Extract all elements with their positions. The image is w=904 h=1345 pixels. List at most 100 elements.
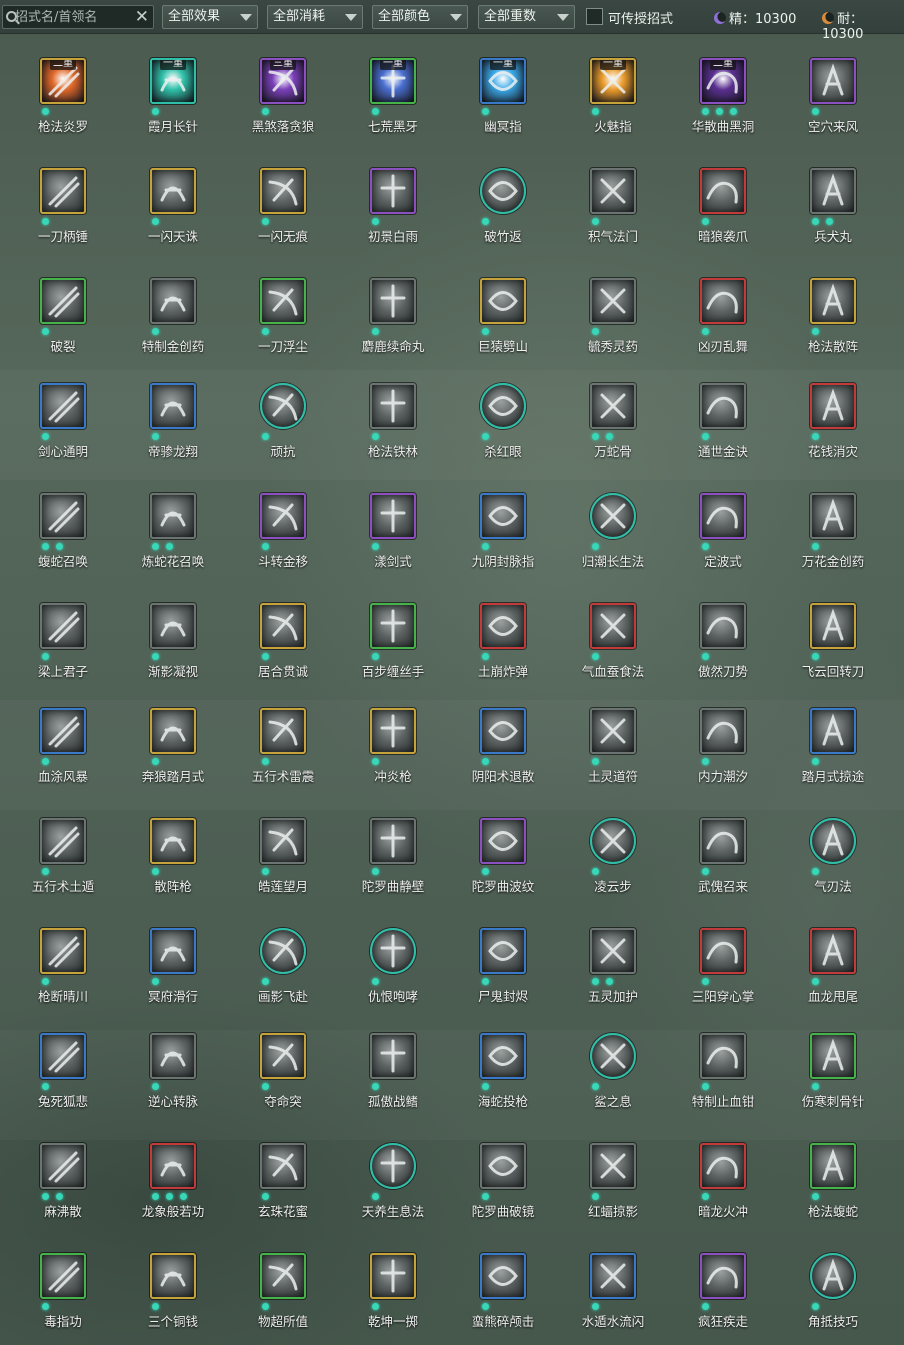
skill-item[interactable]: 破裂	[8, 278, 118, 368]
skill-item[interactable]: 仇恨咆哮	[338, 928, 448, 1018]
skill-item[interactable]: 三阳穿心掌	[668, 928, 778, 1018]
skill-item[interactable]: 傲然刀势	[668, 603, 778, 693]
skill-item[interactable]: 海蛇投枪	[448, 1033, 558, 1123]
skill-item[interactable]: 凶刃乱舞	[668, 278, 778, 368]
skill-item[interactable]: 帝骖龙翔	[118, 383, 228, 473]
skill-item[interactable]: 土崩炸弹	[448, 603, 558, 693]
skill-item[interactable]: 花钱消灾	[778, 383, 888, 473]
skill-item[interactable]: 蛮熊碎颅击	[448, 1253, 558, 1343]
skill-item[interactable]: 特制止血钳	[668, 1033, 778, 1123]
skill-item[interactable]: 空穴来风	[778, 58, 888, 148]
skill-item[interactable]: 角抵技巧	[778, 1253, 888, 1343]
skill-item[interactable]: 陀罗曲静壁	[338, 818, 448, 908]
skill-item[interactable]: 归潮长生法	[558, 493, 668, 583]
skill-item[interactable]: 龙象般若功	[118, 1143, 228, 1233]
skill-item[interactable]: 渐影凝视	[118, 603, 228, 693]
skill-item[interactable]: 气血蚕食法	[558, 603, 668, 693]
skill-item[interactable]: 散阵枪	[118, 818, 228, 908]
skill-item[interactable]: 枪法铁林	[338, 383, 448, 473]
skill-item[interactable]: 疯狂疾走	[668, 1253, 778, 1343]
skill-item[interactable]: 尸鬼封烬	[448, 928, 558, 1018]
skill-item[interactable]: 顽抗	[228, 383, 338, 473]
skill-item[interactable]: 踏月式掠途	[778, 708, 888, 798]
skill-item[interactable]: 麻沸散	[8, 1143, 118, 1233]
skill-item[interactable]: 一刀柄锤	[8, 168, 118, 258]
skill-item[interactable]: 枪法蝮蛇	[778, 1143, 888, 1233]
skill-item[interactable]: 万蛇骨	[558, 383, 668, 473]
skill-item[interactable]: 通世金诀	[668, 383, 778, 473]
skill-item[interactable]: 二重 枪法炎罗	[8, 58, 118, 148]
skill-item[interactable]: 暗龙火冲	[668, 1143, 778, 1233]
skill-item[interactable]: 一重 霞月长针	[118, 58, 228, 148]
skill-item[interactable]: 物超所值	[228, 1253, 338, 1343]
skill-item[interactable]: 陀罗曲破镜	[448, 1143, 558, 1233]
skill-item[interactable]: 三重 黑煞落贪狼	[228, 58, 338, 148]
skill-item[interactable]: 剑心通明	[8, 383, 118, 473]
skill-item[interactable]: 血涂风暴	[8, 708, 118, 798]
skill-item[interactable]: 一闪无痕	[228, 168, 338, 258]
skill-item[interactable]: 凌云步	[558, 818, 668, 908]
skill-item[interactable]: 百步缠丝手	[338, 603, 448, 693]
skill-item[interactable]: 初景白雨	[338, 168, 448, 258]
skill-item[interactable]: 血龙甩尾	[778, 928, 888, 1018]
skill-item[interactable]: 三个铜钱	[118, 1253, 228, 1343]
skill-item[interactable]: 土灵道符	[558, 708, 668, 798]
color-dropdown[interactable]: 全部颜色	[372, 5, 468, 29]
skill-item[interactable]: 兵犬丸	[778, 168, 888, 258]
skill-item[interactable]: 麝鹿续命丸	[338, 278, 448, 368]
skill-item[interactable]: 奔狼踏月式	[118, 708, 228, 798]
skill-item[interactable]: 武傀召来	[668, 818, 778, 908]
skill-item[interactable]: 二重 华散曲黑洞	[668, 58, 778, 148]
skill-item[interactable]: 梁上君子	[8, 603, 118, 693]
skill-item[interactable]: 红蝠掠影	[558, 1143, 668, 1233]
skill-item[interactable]: 画影飞赴	[228, 928, 338, 1018]
cost-dropdown[interactable]: 全部消耗	[267, 5, 363, 29]
skill-item[interactable]: 巨猿劈山	[448, 278, 558, 368]
skill-item[interactable]: 冥府滑行	[118, 928, 228, 1018]
skill-item[interactable]: 一重 火魅指	[558, 58, 668, 148]
skill-item[interactable]: 积气法门	[558, 168, 668, 258]
skill-item[interactable]: 一闪天诛	[118, 168, 228, 258]
skill-item[interactable]: 飞云回转刀	[778, 603, 888, 693]
skill-item[interactable]: 夺命突	[228, 1033, 338, 1123]
search-input[interactable]	[15, 8, 133, 26]
skill-item[interactable]: 枪法散阵	[778, 278, 888, 368]
skill-item[interactable]: 皓莲望月	[228, 818, 338, 908]
skill-item[interactable]: 斗转金移	[228, 493, 338, 583]
skill-item[interactable]: 万花金创药	[778, 493, 888, 583]
skill-item[interactable]: 玄珠花蜜	[228, 1143, 338, 1233]
skill-item[interactable]: 枪断晴川	[8, 928, 118, 1018]
skill-item[interactable]: 暗狼袭爪	[668, 168, 778, 258]
skill-item[interactable]: 破竹返	[448, 168, 558, 258]
skill-item[interactable]: 鲨之息	[558, 1033, 668, 1123]
skill-item[interactable]: 蝮蛇召唤	[8, 493, 118, 583]
skill-item[interactable]: 定波式	[668, 493, 778, 583]
skill-item[interactable]: 兔死狐悲	[8, 1033, 118, 1123]
skill-item[interactable]: 阴阳术退散	[448, 708, 558, 798]
skill-item[interactable]: 伤寒刺骨针	[778, 1033, 888, 1123]
skill-item[interactable]: 天养生息法	[338, 1143, 448, 1233]
skill-item[interactable]: 陀罗曲波纹	[448, 818, 558, 908]
skill-item[interactable]: 炼蛇花召唤	[118, 493, 228, 583]
skill-item[interactable]: 乾坤一掷	[338, 1253, 448, 1343]
skill-item[interactable]: 五行术土遁	[8, 818, 118, 908]
skill-item[interactable]: 漾剑式	[338, 493, 448, 583]
clear-icon[interactable]: ✕	[135, 7, 149, 27]
skill-item[interactable]: 杀红眼	[448, 383, 558, 473]
effect-dropdown[interactable]: 全部效果	[162, 5, 258, 29]
skill-item[interactable]: 五行术雷震	[228, 708, 338, 798]
skill-item[interactable]: 毒指功	[8, 1253, 118, 1343]
skill-item[interactable]: 一重 七荒黑牙	[338, 58, 448, 148]
skill-item[interactable]: 毓秀灵药	[558, 278, 668, 368]
skill-item[interactable]: 特制金创药	[118, 278, 228, 368]
skill-item[interactable]: 一刀浮尘	[228, 278, 338, 368]
skill-item[interactable]: 水遁水流闪	[558, 1253, 668, 1343]
skill-item[interactable]: 冲炎枪	[338, 708, 448, 798]
skill-item[interactable]: 一重 幽冥指	[448, 58, 558, 148]
skill-item[interactable]: 五灵加护	[558, 928, 668, 1018]
skill-item[interactable]: 逆心转脉	[118, 1033, 228, 1123]
transferable-checkbox[interactable]	[586, 8, 603, 25]
skill-item[interactable]: 孤傲战鳍	[338, 1033, 448, 1123]
skill-item[interactable]: 内力潮汐	[668, 708, 778, 798]
weight-dropdown[interactable]: 全部重数	[478, 5, 575, 29]
